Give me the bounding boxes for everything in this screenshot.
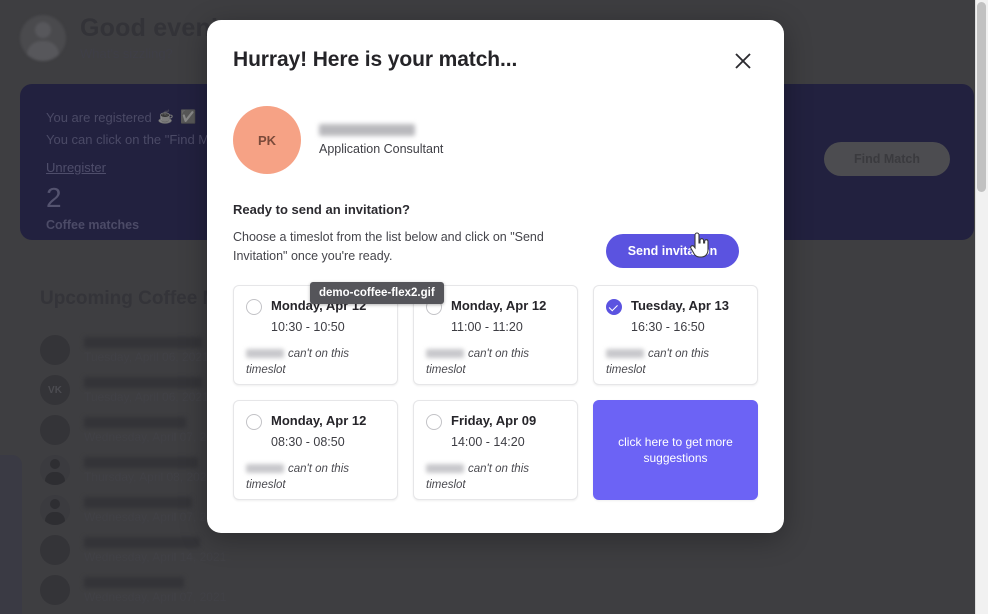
coffee-icon: ☕ <box>157 109 174 124</box>
find-match-button[interactable]: Find Match <box>824 142 950 176</box>
scrollbar-thumb[interactable] <box>977 2 986 192</box>
avatar <box>40 575 70 605</box>
avatar <box>40 535 70 565</box>
timeslot-conflict-note: can't on this timeslot <box>426 463 530 491</box>
list-item-date: Wednesday, April 07, 2021 <box>84 589 227 604</box>
close-icon <box>735 53 751 69</box>
more-suggestions-card[interactable]: click here to get more suggestions <box>593 400 758 500</box>
invite-description: Choose a timeslot from the list below an… <box>233 230 544 263</box>
matched-person-details: Application Consultant <box>319 124 443 156</box>
timeslot-time: 11:00 - 11:20 <box>451 320 523 334</box>
matched-person-avatar: PK <box>233 106 301 174</box>
list-item-text: Thursday, April 08, 2021 <box>84 456 214 484</box>
timeslot-day: Monday, Apr 12 <box>451 298 547 313</box>
timeslot-card-header: Monday, Apr 12 <box>246 413 385 430</box>
timeslot-card[interactable]: Tuesday, Apr 13 16:30 - 16:50 can't on thi… <box>593 285 758 385</box>
matched-person-name-redacted <box>319 124 415 136</box>
conflict-person-name-redacted <box>246 464 284 474</box>
list-item-date: Wednesday, April 14, 2021 <box>84 549 227 564</box>
list-item-name-redacted <box>84 536 200 548</box>
conflict-person-name-redacted <box>426 349 464 359</box>
avatar <box>40 455 70 485</box>
radio-unselected-icon[interactable] <box>246 414 262 430</box>
conflict-person-name-redacted <box>246 349 284 359</box>
list-item-text: Tuesday, April 06, 2021 <box>84 376 209 404</box>
list-item-name-redacted <box>84 496 192 508</box>
radio-selected-icon[interactable] <box>606 299 622 315</box>
registration-status-text: You are registered <box>46 109 152 125</box>
timeslot-conflict-note: can't on this timeslot <box>246 463 350 491</box>
close-button[interactable] <box>728 46 758 76</box>
timeslot-day: Friday, Apr 09 <box>451 413 537 428</box>
timeslot-conflict-note: can't on this timeslot <box>606 348 710 376</box>
timeslot-time: 10:30 - 10:50 <box>271 320 345 334</box>
list-item-name-redacted <box>84 576 184 588</box>
list-item[interactable]: Sunday, May 02, 2021 <box>40 610 600 614</box>
list-item[interactable]: Wednesday, April 07, 2021 <box>40 570 600 610</box>
list-item-name-redacted <box>84 376 202 388</box>
list-item-name-redacted <box>84 456 198 468</box>
timeslot-time: 08:30 - 08:50 <box>271 435 345 449</box>
send-invitation-button[interactable]: Send invitation <box>606 234 739 268</box>
check-icon: ✅ <box>179 109 197 124</box>
avatar <box>40 415 70 445</box>
list-item-date: Wednesday, April 07, 2021 <box>84 509 227 524</box>
list-item[interactable]: Wednesday, April 14, 2021 <box>40 530 600 570</box>
list-item-date: Tuesday, April 06, 2021 <box>84 389 209 404</box>
radio-unselected-icon[interactable] <box>426 414 442 430</box>
timeslot-card-header: Monday, Apr 12 <box>426 298 565 315</box>
list-item-text: Tuesday, April 06, 2021 <box>84 336 209 364</box>
matched-person: PK Application Consultant <box>233 106 758 174</box>
timeslot-grid: Monday, Apr 12 10:30 - 10:50 can't on this… <box>207 285 784 500</box>
file-tooltip: demo-coffee-flex2.gif <box>310 282 444 304</box>
list-item-date: Tuesday, April 06, 2021 <box>84 349 209 364</box>
radio-unselected-icon[interactable] <box>246 299 262 315</box>
user-avatar <box>20 14 66 61</box>
avatar: VK <box>40 375 70 405</box>
list-item-text: Wednesday, April 07, 2021 <box>84 416 227 444</box>
list-item-date: Thursday, April 08, 2021 <box>84 469 214 484</box>
list-item-date: Wednesday, April 07, 2021 <box>84 429 227 444</box>
list-item-text: Wednesday, April 07, 2021 <box>84 496 227 524</box>
timeslot-conflict-note: can't on this timeslot <box>246 348 350 376</box>
timeslot-card[interactable]: Monday, Apr 12 08:30 - 08:50 can't on this… <box>233 400 398 500</box>
more-suggestions-label: click here to get more suggestions <box>618 434 733 465</box>
avatar <box>40 495 70 525</box>
matched-person-role: Application Consultant <box>319 142 444 156</box>
invite-row: Choose a timeslot from the list below an… <box>233 228 758 268</box>
modal-header: Hurray! Here is your match... <box>233 48 758 76</box>
timeslot-conflict-note: can't on this timeslot <box>426 348 530 376</box>
list-item-text: Wednesday, April 07, 2021 <box>84 576 227 604</box>
timeslot-day: Monday, Apr 12 <box>271 413 367 428</box>
timeslot-card-header: Tuesday, Apr 13 <box>606 298 745 315</box>
timeslot-card[interactable]: Friday, Apr 09 14:00 - 14:20 can't on this… <box>413 400 578 500</box>
list-item-name-redacted <box>84 336 202 348</box>
ready-to-send-heading: Ready to send an invitation? <box>233 202 410 217</box>
modal-title: Hurray! Here is your match... <box>233 48 518 71</box>
app-root: Good evening, What's sizzling? You are r… <box>0 0 988 614</box>
page-scrollbar[interactable] <box>975 0 988 614</box>
conflict-person-name-redacted <box>426 464 464 474</box>
modal-top-section: Hurray! Here is your match... PK Applica… <box>207 20 784 268</box>
avatar <box>40 335 70 365</box>
timeslot-card-header: Friday, Apr 09 <box>426 413 565 430</box>
match-modal: Hurray! Here is your match... PK Applica… <box>207 20 784 533</box>
timeslot-time: 14:00 - 14:20 <box>451 435 525 449</box>
list-item-text: Wednesday, April 14, 2021 <box>84 536 227 564</box>
list-item-name-redacted <box>84 416 186 428</box>
conflict-person-name-redacted <box>606 349 644 359</box>
timeslot-time: 16:30 - 16:50 <box>631 320 705 334</box>
timeslot-day: Tuesday, Apr 13 <box>631 298 730 313</box>
